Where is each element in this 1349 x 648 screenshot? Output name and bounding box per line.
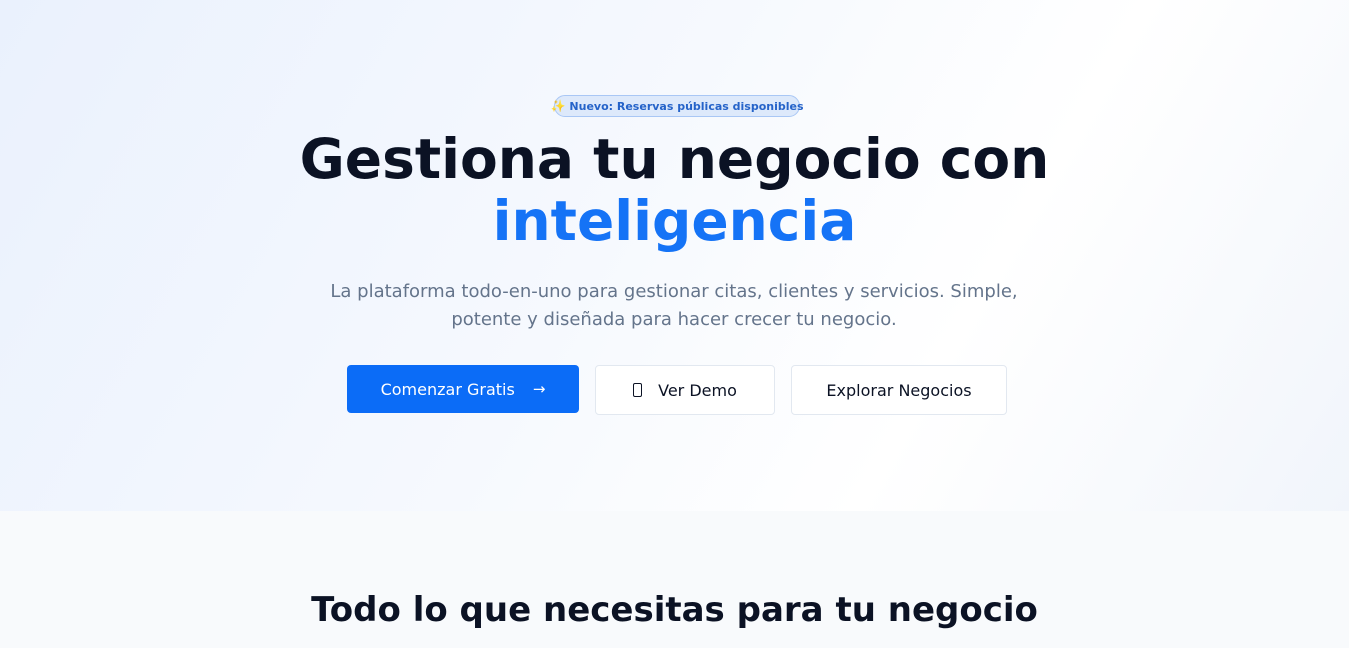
features-section-title: Todo lo que necesitas para tu negocio [311, 590, 1038, 630]
view-demo-label: Ver Demo [658, 380, 737, 400]
sparkles-icon: ✨ [550, 99, 566, 113]
view-demo-button[interactable]: Ver Demo [595, 365, 775, 415]
hero-title-line1: Gestiona tu negocio con [299, 127, 1050, 191]
explore-businesses-button[interactable]: Explorar Negocios [791, 365, 1007, 415]
start-free-label: Comenzar Gratis [380, 379, 515, 399]
hero-title: Gestiona tu negocio con inteligencia [0, 128, 1349, 252]
hero-section: ✨ Nuevo: Reservas públicas disponibles G… [0, 0, 1349, 511]
explore-businesses-label: Explorar Negocios [826, 380, 972, 400]
new-feature-badge[interactable]: ✨ Nuevo: Reservas públicas disponibles [550, 95, 804, 117]
hero-subtitle: La plataforma todo-en-uno para gestionar… [330, 281, 1018, 330]
hero-title-highlight: inteligencia [492, 189, 857, 253]
arrow-right-icon: → [532, 380, 546, 398]
badge-text: Nuevo: Reservas públicas disponibles [569, 99, 804, 113]
smartphone-icon [633, 383, 643, 397]
start-free-button[interactable]: Comenzar Gratis → [347, 365, 579, 413]
